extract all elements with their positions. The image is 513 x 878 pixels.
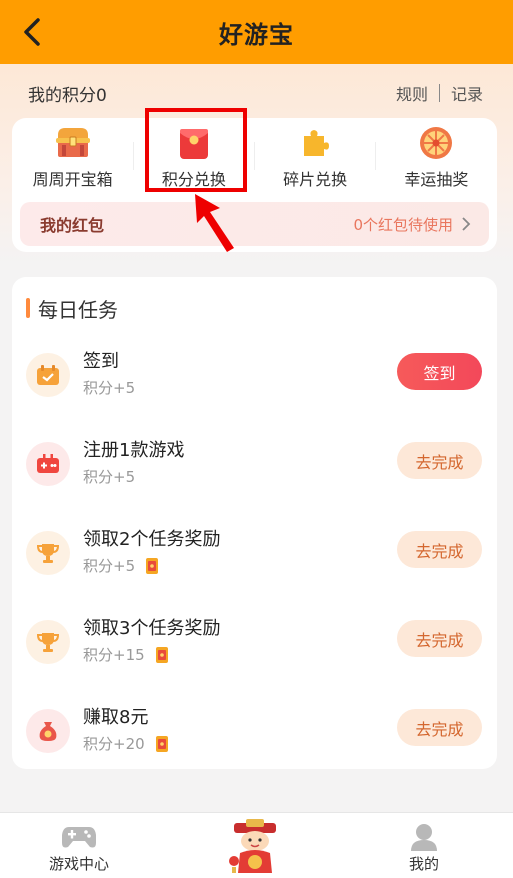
task-reward-text: 积分+5: [83, 379, 136, 397]
bottom-tab-bar: 游戏中心 我的: [0, 812, 513, 878]
my-redbag-title: 我的红包: [40, 216, 105, 235]
weekly-chest-label: 周周开宝箱: [32, 170, 113, 189]
task-name: 赚取8元: [83, 707, 149, 728]
fragment-exchange-button[interactable]: 碎片兑换: [255, 118, 376, 192]
task-reward-text: 积分+5: [83, 557, 136, 575]
task-name: 领取2个任务奖励: [83, 529, 221, 550]
task-reward: 积分+20: [83, 733, 169, 754]
points-links: 规则 记录: [396, 81, 483, 105]
gamepad-icon: [26, 442, 70, 486]
highlight-box: [145, 108, 247, 192]
page-title: 好游宝: [219, 20, 294, 49]
task-reward-text: 积分+20: [83, 735, 145, 753]
title-accent-bar: [26, 298, 30, 318]
task-row: 签到 积分+5 签到: [12, 347, 497, 407]
daily-tasks-title: 每日任务: [38, 297, 118, 322]
task-reward: 积分+5: [83, 555, 159, 576]
records-link[interactable]: 记录: [451, 81, 483, 105]
links-divider: [438, 84, 440, 102]
lucky-wheel-icon: [417, 124, 455, 162]
task-reward: 积分+5: [83, 466, 135, 487]
functions-card: 周周开宝箱 积分兑换 碎片兑换 幸运抽奖 我的红包 0个红包待使用: [12, 118, 497, 252]
user-icon: [411, 824, 437, 851]
puzzle-piece-icon: [296, 124, 334, 162]
task-reward-text: 积分+15: [83, 646, 145, 664]
tab-game-center[interactable]: 游戏中心: [49, 823, 109, 874]
tab-mine[interactable]: 我的: [409, 823, 439, 874]
rules-link[interactable]: 规则: [396, 81, 428, 105]
chevron-right-icon: [462, 217, 471, 231]
trophy-icon: [26, 620, 70, 664]
fortune-mascot-icon: [229, 819, 276, 873]
back-arrow-icon: [24, 18, 40, 46]
daily-tasks-card: 每日任务 签到 积分+5 签到 注册1款游戏 积分+5 去完成 领取2个任务奖励…: [12, 277, 497, 769]
tab-mine-label: 我的: [409, 855, 440, 873]
functions-row: 周周开宝箱 积分兑换 碎片兑换 幸运抽奖: [12, 118, 497, 192]
gamepad-icon: [62, 827, 96, 848]
task-name: 签到: [83, 351, 119, 372]
task-row: 领取3个任务奖励 积分+15 去完成: [12, 614, 497, 674]
function-divider: [375, 142, 376, 170]
function-divider: [133, 142, 134, 170]
go-complete-button[interactable]: 去完成: [397, 709, 482, 746]
my-redbag-row[interactable]: 我的红包 0个红包待使用: [20, 202, 489, 246]
function-divider: [254, 142, 255, 170]
tab-game-center-label: 游戏中心: [49, 855, 110, 873]
lucky-draw-button[interactable]: 幸运抽奖: [376, 118, 497, 192]
task-row: 赚取8元 积分+20 去完成: [12, 703, 497, 763]
task-name: 领取3个任务奖励: [83, 618, 221, 639]
weekly-chest-button[interactable]: 周周开宝箱: [12, 118, 133, 192]
daily-tasks-header: 每日任务: [26, 295, 118, 322]
task-row: 注册1款游戏 积分+5 去完成: [12, 436, 497, 496]
fragment-exchange-label: 碎片兑换: [283, 170, 348, 189]
task-name: 注册1款游戏: [83, 440, 185, 461]
go-complete-button[interactable]: 去完成: [397, 442, 482, 479]
checkin-button[interactable]: 签到: [397, 353, 482, 390]
task-reward-text: 积分+5: [83, 468, 136, 486]
tab-mascot-center[interactable]: [226, 817, 284, 875]
coupon-icon: [145, 557, 159, 575]
my-points-label: 我的积分0: [28, 85, 107, 106]
redbag-count-text: 0个红包待使用: [353, 215, 453, 234]
task-reward: 积分+15: [83, 644, 169, 665]
top-bar: 好游宝: [0, 0, 513, 64]
go-complete-button[interactable]: 去完成: [397, 531, 482, 568]
lucky-draw-label: 幸运抽奖: [404, 170, 469, 189]
redbag-count: 0个红包待使用: [353, 214, 471, 235]
coupon-icon: [155, 646, 169, 664]
points-row: 我的积分0 规则 记录: [0, 64, 513, 122]
money-bag-icon: [26, 709, 70, 753]
task-row: 领取2个任务奖励 积分+5 去完成: [12, 525, 497, 585]
annotation-arrow-icon: [195, 194, 234, 252]
coupon-icon: [155, 735, 169, 753]
task-reward: 积分+5: [83, 377, 135, 398]
checkin-calendar-icon: [26, 353, 70, 397]
trophy-icon: [26, 531, 70, 575]
back-button[interactable]: [14, 14, 50, 50]
treasure-chest-icon: [54, 124, 92, 162]
go-complete-button[interactable]: 去完成: [397, 620, 482, 657]
